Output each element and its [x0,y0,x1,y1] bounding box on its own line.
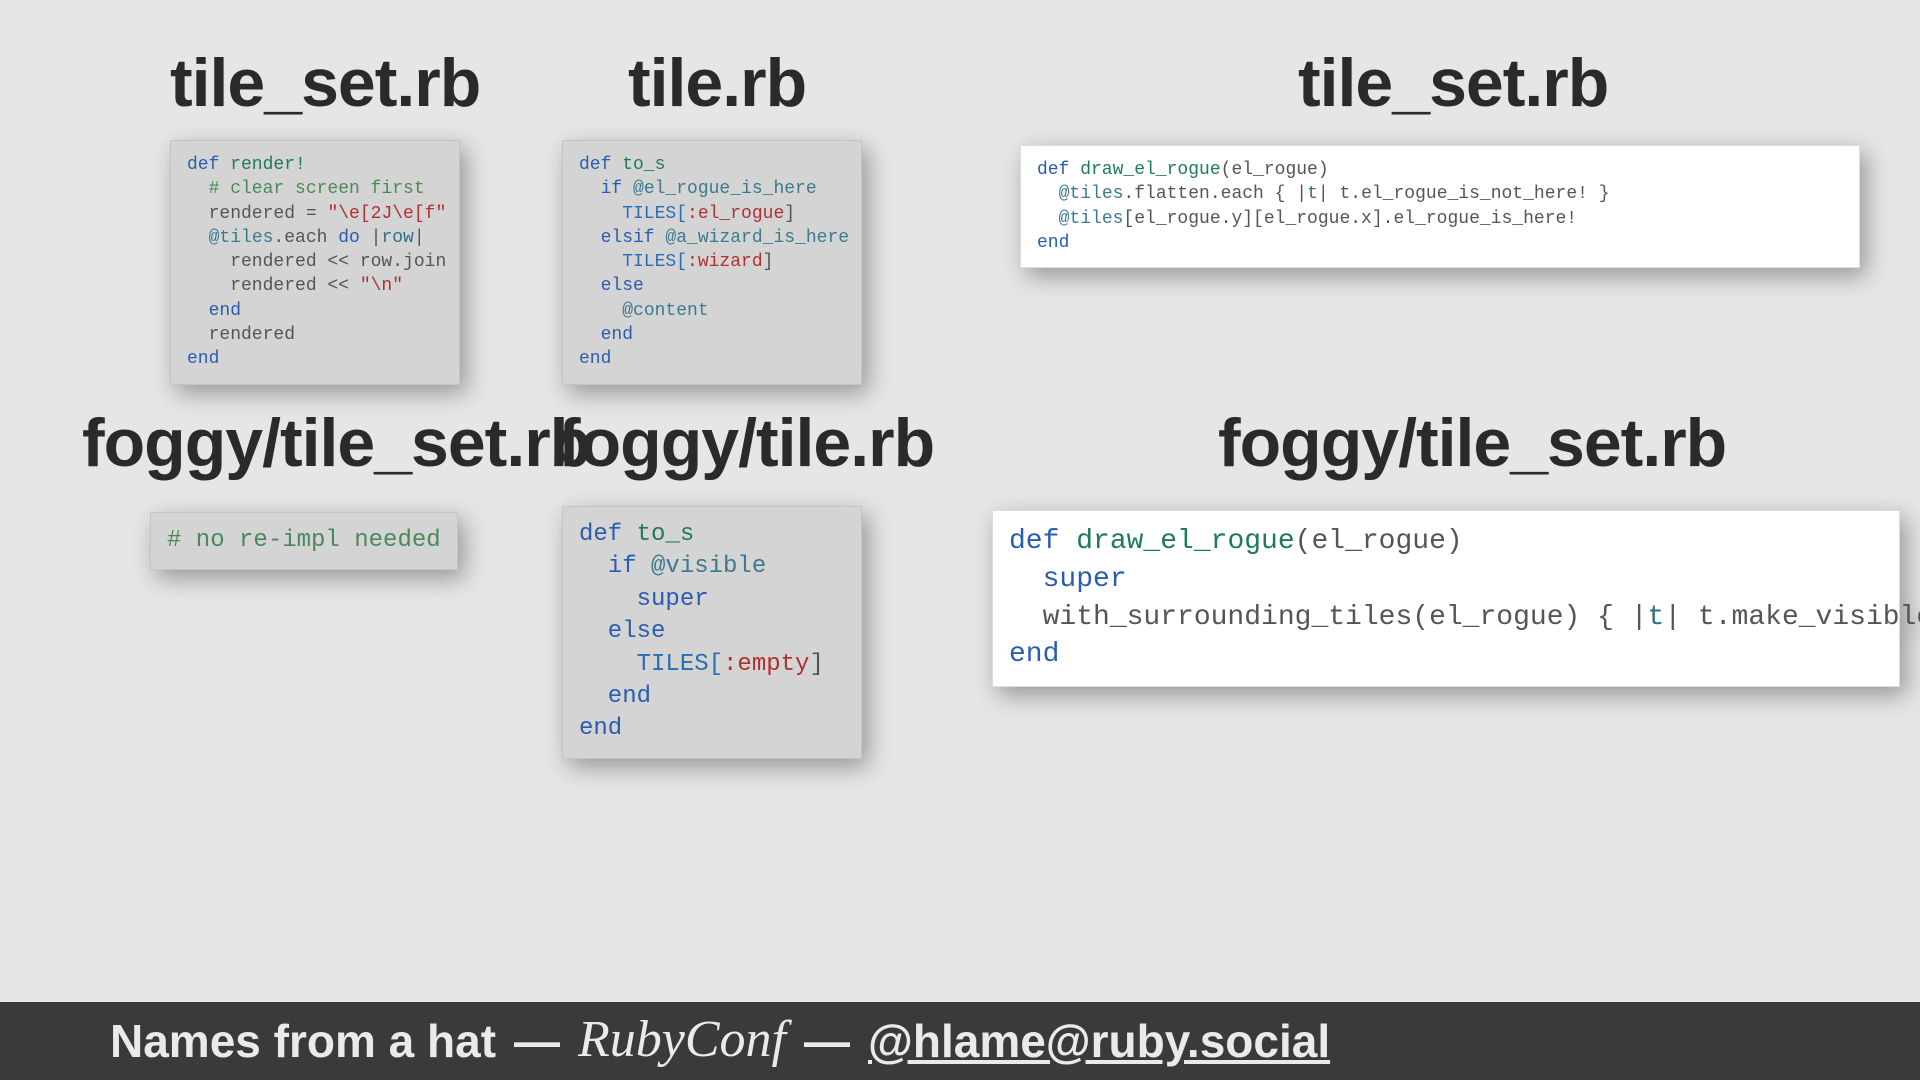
kw: def [579,521,622,548]
footer-conf-logo: RubyConf [578,1010,786,1069]
heading-foggy-tile: foggy/tile.rb [558,404,934,482]
kw: def [1009,526,1059,557]
footer-handle[interactable]: @hlame@ruby.social [868,1014,1330,1068]
heading-tile-set-right: tile_set.rb [1298,44,1608,122]
text [1037,209,1059,229]
kw: def [1037,160,1069,180]
heading-tile-set-left: tile_set.rb [170,44,480,122]
code-to-s-foggy: def to_s if @visible super else TILES[:e… [562,506,862,759]
code-render: def render! # clear screen first rendere… [170,140,460,385]
const: TILES[ [579,252,687,272]
text: rendered << [187,276,360,296]
text: ] [784,204,795,224]
fn: draw_el_rogue [1069,160,1220,180]
ivar: @tiles [1059,184,1124,204]
heading-tile: tile.rb [628,44,806,122]
kw: else [579,276,644,296]
var: t [1648,602,1665,633]
ivar: @content [622,301,708,321]
text: | [414,228,425,248]
kw: elsif [579,228,665,248]
fn: to_s [611,155,665,175]
text: | t.make_visible! } [1664,602,1920,633]
kw: end [579,349,611,369]
text: rendered = [187,204,327,224]
text: rendered << row.join [187,252,446,272]
text: .flatten.each { | [1123,184,1307,204]
text: | t.el_rogue_is_not_here! } [1318,184,1610,204]
kw: end [1009,639,1059,670]
code-draw-small: def draw_el_rogue(el_rogue) @tiles.flatt… [1020,145,1860,268]
text: ] [809,651,823,678]
var: t [1307,184,1318,204]
comment: # no re-impl needed [167,527,441,554]
ivar: @el_rogue_is_here [633,179,817,199]
kw: def [187,155,219,175]
footer-bar: Names from a hat — RubyConf — @hlame@rub… [0,1002,1920,1080]
kw: if [579,553,651,580]
kw: end [1037,233,1069,253]
text: .each [273,228,338,248]
kw: end [187,301,241,321]
kw: if [579,179,633,199]
kw: end [579,325,633,345]
footer-title: Names from a hat [110,1014,496,1068]
ivar: @tiles [1059,209,1124,229]
ivar: @a_wizard_is_here [665,228,849,248]
text: [el_rogue.y][el_rogue.x].el_rogue_is_her… [1123,209,1577,229]
text: ] [763,252,774,272]
fn: to_s [622,521,694,548]
text: rendered [187,325,295,345]
ivar: @visible [651,553,766,580]
ivar: @tiles [209,228,274,248]
text [1037,184,1059,204]
text: (el_rogue) [1295,526,1463,557]
text [579,301,622,321]
kw: end [579,683,651,710]
const: TILES[ [579,651,723,678]
str: "\n" [360,276,403,296]
code-no-reimpl: # no re-impl needed [150,512,458,570]
code-to-s-tile: def to_s if @el_rogue_is_here TILES[:el_… [562,140,862,385]
const: TILES[ [579,204,687,224]
sym: :wizard [687,252,763,272]
str: "\e[2J\e[f" [327,204,446,224]
text [187,228,209,248]
comment: # clear screen first [187,179,425,199]
kw: end [579,715,622,742]
kw: def [579,155,611,175]
text: with_surrounding_tiles(el_rogue) { | [1009,602,1648,633]
kw: else [579,618,665,645]
fn: draw_el_rogue [1059,526,1294,557]
heading-foggy-tile-set-right: foggy/tile_set.rb [1218,404,1726,482]
var: row [381,228,413,248]
fn: render! [219,155,305,175]
sym: :empty [723,651,809,678]
text: (el_rogue) [1221,160,1329,180]
code-draw-big: def draw_el_rogue(el_rogue) super with_s… [992,510,1900,687]
footer-dash-2: — [804,1014,850,1068]
kw: super [579,586,709,613]
kw: do [338,228,360,248]
kw: super [1009,564,1127,595]
sym: :el_rogue [687,204,784,224]
kw: end [187,349,219,369]
heading-foggy-tile-set-left: foggy/tile_set.rb [82,404,590,482]
text: | [360,228,382,248]
footer-dash-1: — [514,1014,560,1068]
